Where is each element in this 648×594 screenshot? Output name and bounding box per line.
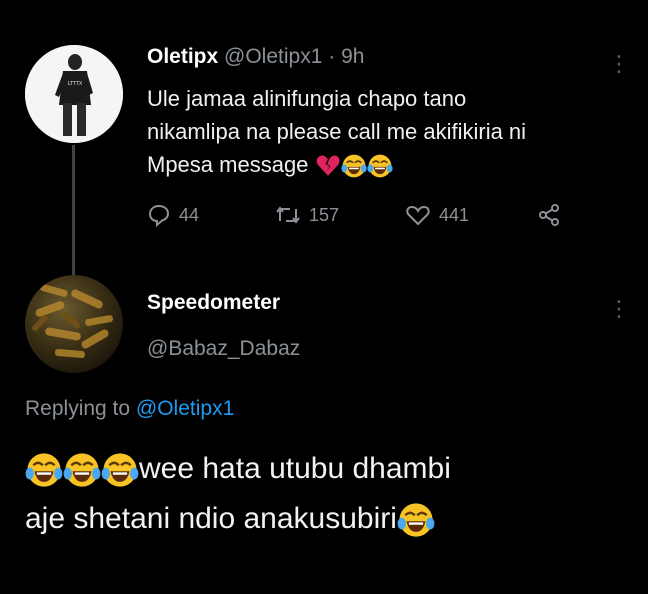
tweet-header: Oletipx @Oletipx1 · 9h — [147, 45, 364, 69]
laughing-tears-icon — [367, 153, 393, 179]
replying-to: Replying to @Oletipx1 — [25, 397, 234, 421]
tweet-text-line-last: Mpesa message — [147, 148, 577, 181]
more-options-icon[interactable]: ⋮ — [608, 53, 630, 75]
reply-button[interactable]: 44 — [147, 203, 199, 227]
retweet-icon — [276, 206, 300, 224]
tweet-text-line: Ule jamaa alinifungia chapo tano — [147, 86, 467, 111]
tweet-text: Ule jamaa alinifungia chapo tano nikamli… — [147, 82, 577, 181]
display-name[interactable]: Speedometer — [147, 291, 280, 315]
laughing-tears-icon — [25, 451, 63, 489]
broken-heart-icon — [315, 153, 341, 179]
thread-line — [72, 145, 75, 275]
like-button[interactable]: 441 — [405, 203, 469, 227]
share-icon — [539, 204, 559, 226]
heart-icon — [406, 205, 430, 226]
person-avatar-icon: LTTTX — [25, 45, 123, 143]
display-name[interactable]: Oletipx — [147, 45, 218, 68]
retweet-button[interactable]: 157 — [275, 203, 339, 227]
tweet-text-line-last: aje shetani ndio anakusubiri — [25, 494, 625, 544]
like-count: 441 — [439, 204, 470, 225]
retweet-count: 157 — [309, 204, 340, 225]
laughing-tears-icon — [101, 451, 139, 489]
laughing-tears-icon — [63, 451, 101, 489]
reply-count: 44 — [179, 204, 200, 225]
mention-link[interactable]: @Oletipx1 — [136, 397, 234, 420]
tweet-text: wee hata utubu dhambi aje shetani ndio a… — [25, 444, 625, 544]
handle[interactable]: @Babaz_Dabaz — [147, 337, 300, 361]
tweet-text-line: wee hata utubu dhambi — [139, 452, 451, 485]
more-options-icon[interactable]: ⋮ — [608, 298, 630, 320]
replying-to-label: Replying to — [25, 397, 131, 420]
separator: · — [328, 45, 336, 68]
tweet-actions: 44 157 441 — [145, 203, 605, 233]
laughing-tears-icon — [341, 153, 367, 179]
avatar-shirt-text: LTTTX — [68, 81, 83, 87]
laughing-tears-icon — [397, 501, 435, 539]
share-button[interactable] — [537, 203, 561, 227]
reply-icon — [148, 204, 170, 227]
bullets-avatar-icon — [32, 284, 114, 359]
tweet-text-line: Mpesa message — [147, 152, 309, 177]
tweet-text-line: aje shetani ndio anakusubiri — [25, 502, 397, 535]
tweet-text-line-first: wee hata utubu dhambi — [25, 444, 625, 494]
handle[interactable]: @Oletipx1 — [224, 45, 322, 68]
avatar[interactable] — [25, 275, 123, 373]
timestamp[interactable]: 9h — [341, 45, 364, 68]
tweet-text-line: nikamlipa na please call me akifikiria n… — [147, 119, 527, 144]
avatar[interactable]: LTTTX — [25, 45, 123, 143]
